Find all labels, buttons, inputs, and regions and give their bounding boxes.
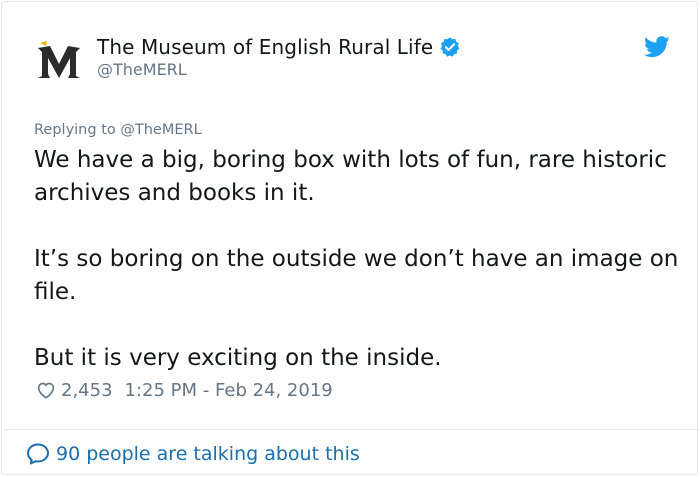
- author-avatar[interactable]: [36, 40, 82, 80]
- tweet-paragraph: It’s so boring on the outside we don’t h…: [34, 246, 679, 305]
- speech-bubble-icon: [26, 442, 50, 466]
- tweet-paragraph: We have a big, boring box with lots of f…: [34, 147, 667, 206]
- footer-divider: [4, 429, 699, 430]
- tweet-paragraph: But it is very exciting on the inside.: [34, 345, 442, 371]
- replying-to-line: Replying to @TheMERL: [34, 122, 202, 138]
- tweet-text: We have a big, boring box with lots of f…: [34, 144, 684, 375]
- merl-logo-icon: [38, 41, 80, 78]
- like-count[interactable]: 2,453: [61, 380, 113, 401]
- twitter-bird-icon[interactable]: [643, 36, 670, 58]
- replying-mention-link[interactable]: @TheMERL: [120, 122, 201, 138]
- heart-icon[interactable]: [35, 379, 57, 401]
- author-handle[interactable]: @TheMERL: [97, 60, 461, 79]
- tweet-card: The Museum of English Rural Life @TheMER…: [1, 1, 699, 475]
- tweet-meta: 2,453 1:25 PM - Feb 24, 2019: [35, 377, 333, 403]
- author-display-name[interactable]: The Museum of English Rural Life: [97, 35, 433, 59]
- conversation-label[interactable]: 90 people are talking about this: [56, 443, 360, 465]
- conversation-link[interactable]: 90 people are talking about this: [26, 440, 360, 468]
- name-row: The Museum of English Rural Life: [97, 34, 461, 60]
- author-block[interactable]: The Museum of English Rural Life @TheMER…: [97, 34, 461, 79]
- tweet-timestamp[interactable]: 1:25 PM - Feb 24, 2019: [125, 380, 333, 401]
- replying-prefix: Replying to: [34, 122, 121, 138]
- verified-badge-icon: [439, 36, 461, 58]
